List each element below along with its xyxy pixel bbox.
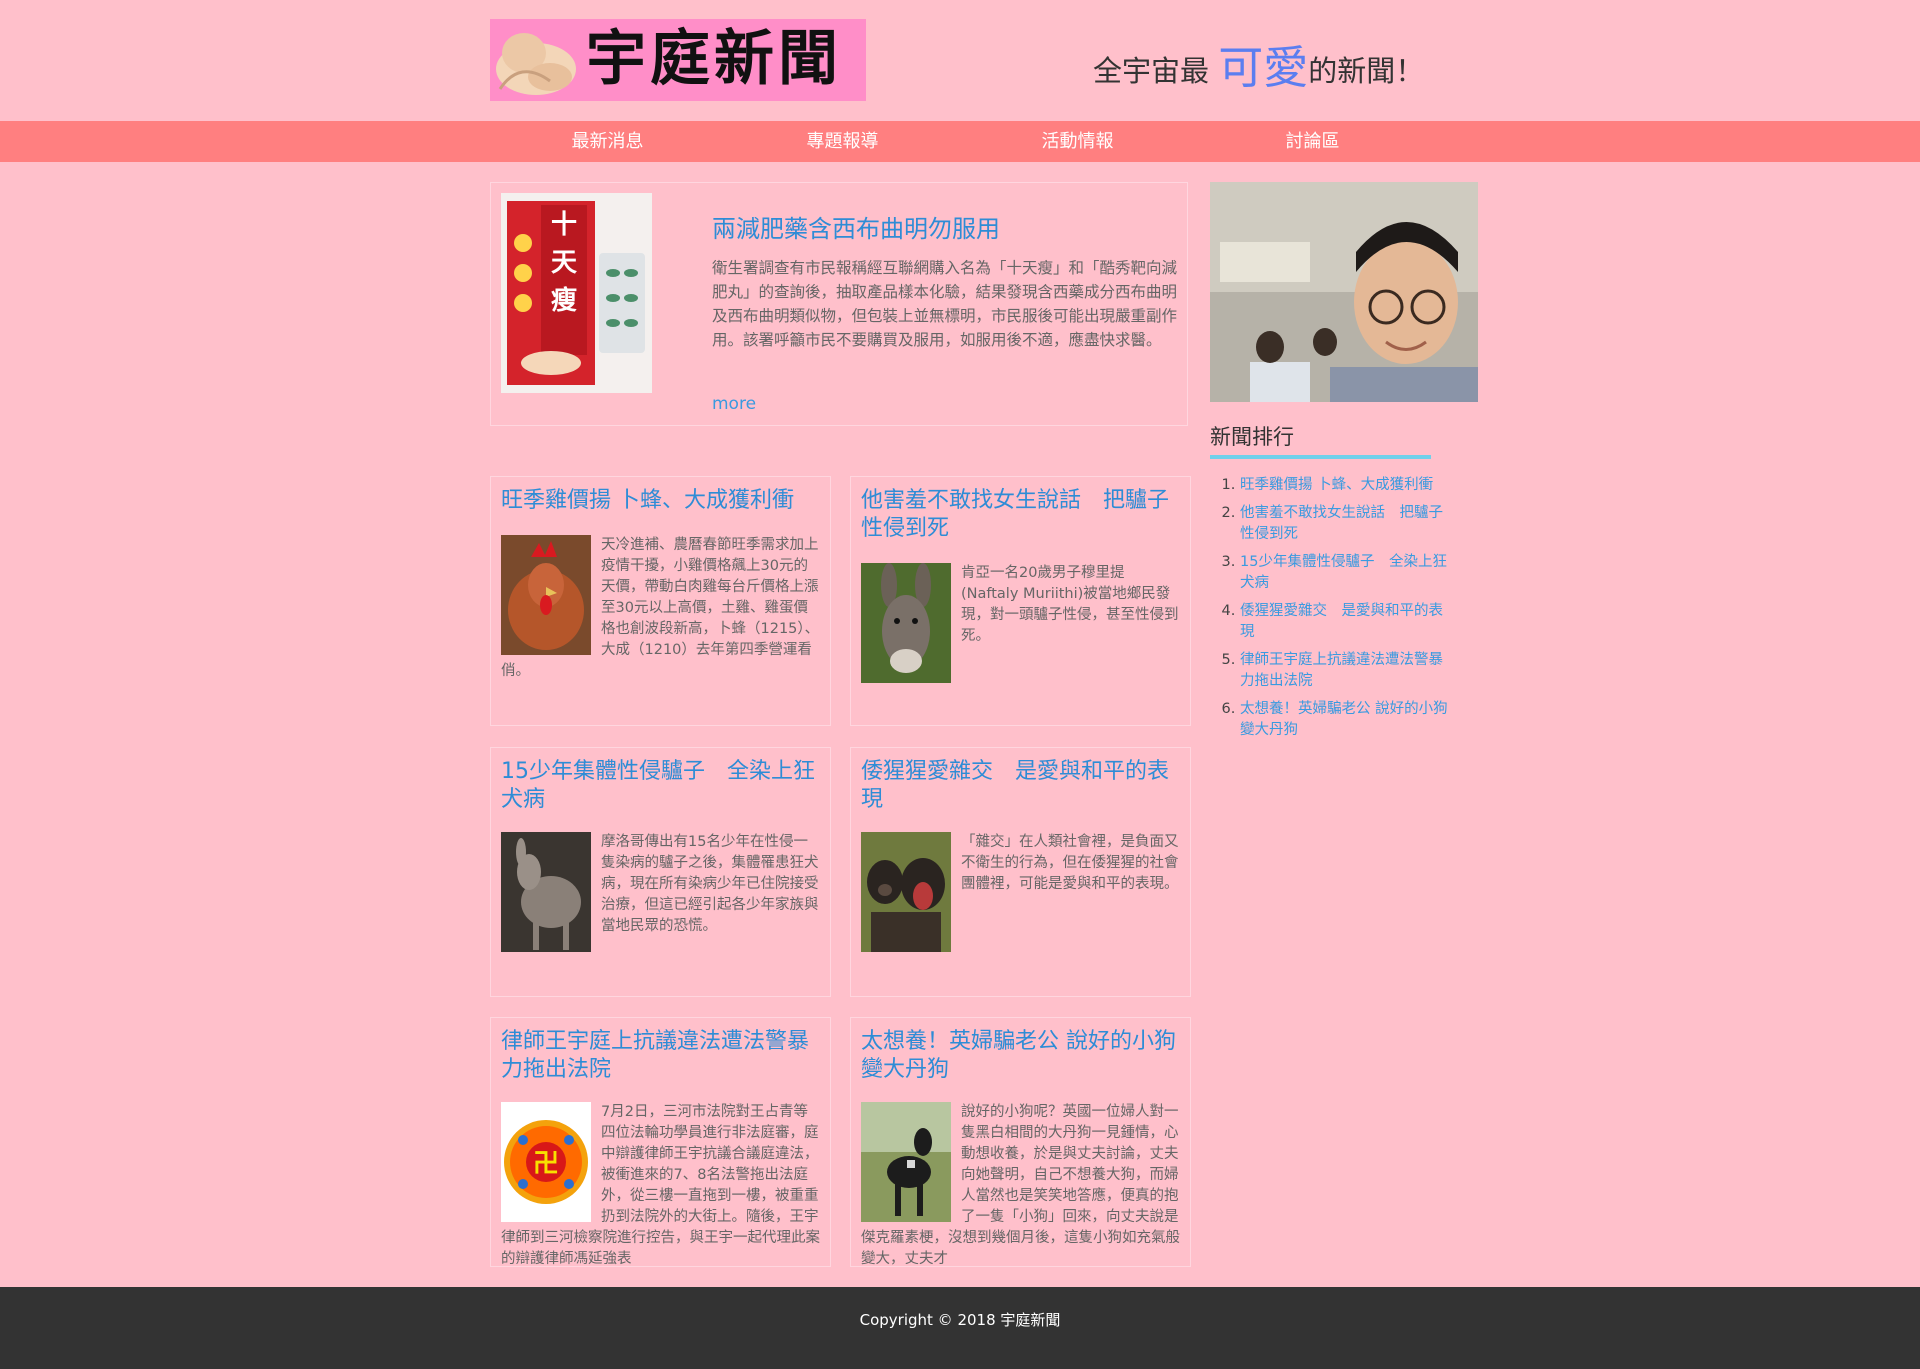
card-title-link[interactable]: 倭猩猩愛雜交 是愛與和平的表現 [861,758,1185,814]
ranking-link[interactable]: 15少年集體性侵驢子 全染上狂犬病 [1240,554,1447,591]
featured-title-link[interactable]: 兩減肥藥含西布曲明勿服用 [712,212,1182,246]
svg-text:瘦: 瘦 [551,285,577,316]
site-logo[interactable]: 宇庭新聞 [490,19,866,101]
diet-pill-box-image[interactable]: 十 天 瘦 [501,193,652,393]
ranking-link[interactable]: 律師王宇庭上抗議違法遭法警暴力拖出法院 [1240,652,1443,689]
news-card: 倭猩猩愛雜交 是愛與和平的表現 「雜交」在人類社會裡，是負面又不衛生的行為，但在… [850,747,1191,997]
nav-events[interactable]: 活動情報 [960,121,1195,162]
profile-photo[interactable] [1210,182,1478,402]
slogan-prefix: 全宇宙最 [1093,54,1219,88]
nav-special-reports[interactable]: 專題報導 [725,121,960,162]
card-text-wrap: 說好的小狗呢？英國一位婦人對一隻黑白相間的大丹狗一見鍾情，心動想收養，於是與丈夫… [861,1102,1180,1266]
card-title-link[interactable]: 15少年集體性侵驢子 全染上狂犬病 [501,758,825,814]
main-nav: 最新消息 專題報導 活動情報 討論區 [0,121,1920,162]
slogan-emphasis: 可愛 [1218,41,1309,94]
featured-more-link[interactable]: more [712,394,756,414]
donkey-icon[interactable] [501,832,591,952]
card-text-wrap: 肯亞一名20歲男子穆里提(Naftaly Muriithi)被當地鄉民發現，對一… [861,563,1180,683]
news-card: 15少年集體性侵驢子 全染上狂犬病 摩洛哥傳出有15名少年在性侵一隻染病的驢子之… [490,747,831,997]
ranking-item: 15少年集體性侵驢子 全染上狂犬病 [1240,552,1450,594]
emblem-icon[interactable]: 卍 [501,1102,591,1222]
ranking-link[interactable]: 他害羞不敢找女生說話 把驢子性侵到死 [1240,505,1443,542]
ranking-item: 旺季雞價揚 卜蜂、大成獲利衝 [1240,475,1450,496]
card-summary: 「雜交」在人類社會裡，是負面又不衛生的行為，但在倭猩猩的社會團體裡，可能是愛與和… [961,834,1179,892]
ranking-item: 他害羞不敢找女生說話 把驢子性侵到死 [1240,503,1450,545]
logo-chicken-icon [496,33,576,95]
card-title-link[interactable]: 太想養！英婦騙老公 說好的小狗變大丹狗 [861,1028,1185,1084]
svg-text:十: 十 [551,210,577,240]
card-title-link[interactable]: 他害羞不敢找女生說話 把驢子性侵到死 [861,487,1185,543]
news-ranking-heading: 新聞排行 [1210,422,1431,459]
news-card: 旺季雞價揚 卜蜂、大成獲利衝 天冷進補、農曆春節旺季需求加上疫情干擾，小雞價格飆… [490,476,831,726]
svg-text:天: 天 [551,248,577,278]
ranking-link[interactable]: 倭猩猩愛雜交 是愛與和平的表現 [1240,603,1443,640]
card-text-wrap: 卍 7月2日，三河市法院對王占青等四位法輪功學員進行非法庭審，庭中辯護律師王宇抗… [501,1102,820,1266]
nav-forum[interactable]: 討論區 [1195,121,1430,162]
featured-body: 衛生署調查有市民報稱經互聯網購入名為「十天瘦」和「酷秀靶向減肥丸」的查詢後，抽取… [712,259,1178,349]
card-summary: 摩洛哥傳出有15名少年在性侵一隻染病的驢子之後，集體罹患狂犬病，現在所有染病少年… [601,834,819,934]
ranking-item: 太想養！英婦騙老公 說好的小狗變大丹狗 [1240,699,1450,741]
copyright-text: Copyright © 2018 宇庭新聞 [859,1311,1061,1329]
nav-latest-news[interactable]: 最新消息 [490,121,725,162]
card-text-wrap: 天冷進補、農曆春節旺季需求加上疫情干擾，小雞價格飆上30元的天價，帶動白肉雞每台… [501,535,820,682]
news-card: 律師王宇庭上抗議違法遭法警暴力拖出法院 卍 7月2日，三河市法院對王占青等四位法… [490,1017,831,1267]
card-text-wrap: 摩洛哥傳出有15名少年在性侵一隻染病的驢子之後，集體罹患狂犬病，現在所有染病少年… [501,832,820,952]
donkey-icon[interactable] [861,563,951,683]
card-text-wrap: 「雜交」在人類社會裡，是負面又不衛生的行為，但在倭猩猩的社會團體裡，可能是愛與和… [861,832,1180,952]
card-summary: 肯亞一名20歲男子穆里提(Naftaly Muriithi)被當地鄉民發現，對一… [961,565,1179,644]
site-header: 宇庭新聞 全宇宙最 可愛的新聞！ [0,0,1920,121]
bonobo-icon[interactable] [861,832,951,952]
great-dane-icon[interactable] [861,1102,951,1222]
ranking-link[interactable]: 太想養！英婦騙老公 說好的小狗變大丹狗 [1240,701,1448,738]
site-slogan: 全宇宙最 可愛的新聞！ [1093,45,1425,93]
news-ranking-list: 旺季雞價揚 卜蜂、大成獲利衝 他害羞不敢找女生說話 把驢子性侵到死 15少年集體… [1222,475,1450,748]
card-title-link[interactable]: 律師王宇庭上抗議違法遭法警暴力拖出法院 [501,1028,825,1084]
logo-text: 宇庭新聞 [586,24,842,94]
card-title-link[interactable]: 旺季雞價揚 卜蜂、大成獲利衝 [501,487,825,515]
rooster-icon[interactable] [501,535,591,655]
svg-text:卍: 卍 [533,1149,559,1179]
ranking-item: 倭猩猩愛雜交 是愛與和平的表現 [1240,601,1450,643]
news-card: 他害羞不敢找女生說話 把驢子性侵到死 肯亞一名20歲男子穆里提(Naftaly … [850,476,1191,726]
ranking-link[interactable]: 旺季雞價揚 卜蜂、大成獲利衝 [1240,477,1433,493]
featured-article: 十 天 瘦 兩減肥藥含西布曲明勿服用 衛生署調查有市民報稱經互聯網購入名為「十天… [490,182,1188,426]
slogan-suffix: 的新聞！ [1308,54,1425,88]
ranking-item: 律師王宇庭上抗議違法遭法警暴力拖出法院 [1240,650,1450,692]
news-card: 太想養！英婦騙老公 說好的小狗變大丹狗 說好的小狗呢？英國一位婦人對一隻黑白相間… [850,1017,1191,1267]
site-footer: Copyright © 2018 宇庭新聞 [0,1287,1920,1369]
